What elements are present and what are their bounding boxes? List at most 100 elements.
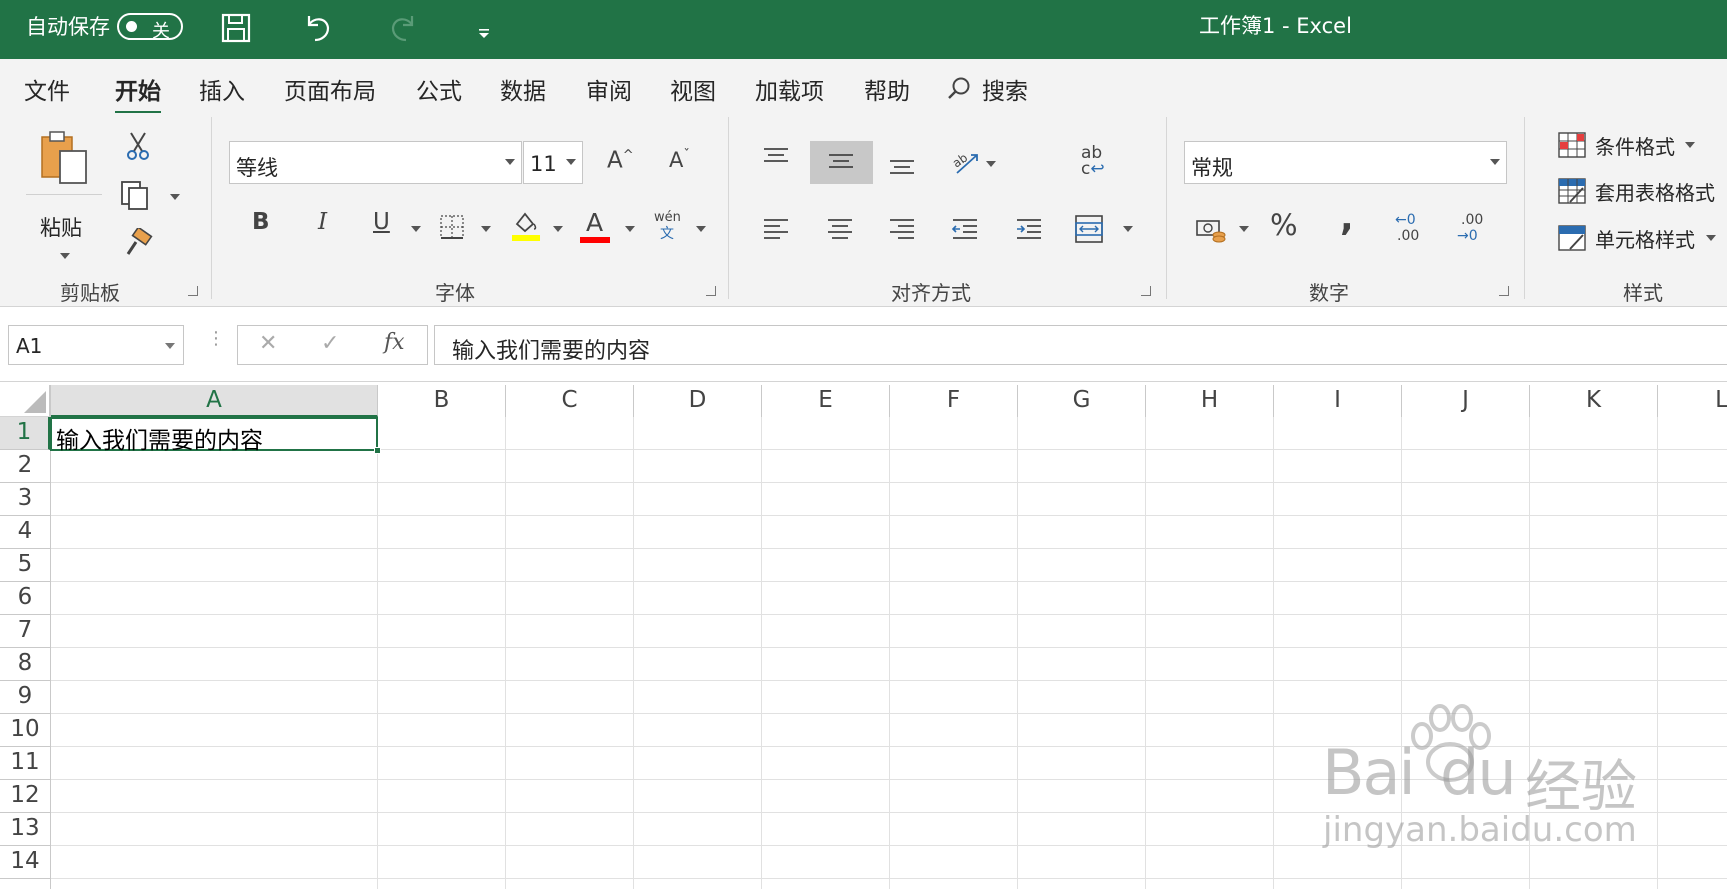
column-header[interactable]: D <box>634 385 762 417</box>
undo-icon[interactable] <box>303 12 333 48</box>
resize-handle-icon[interactable]: ⋮ <box>207 330 225 348</box>
accounting-format-icon[interactable] <box>1195 217 1227 249</box>
column-header[interactable]: C <box>506 385 634 417</box>
align-bottom-icon[interactable] <box>888 155 916 181</box>
row-header[interactable]: 6 <box>0 582 50 615</box>
tab-review[interactable]: 审阅 <box>586 72 632 106</box>
wrap-text-icon[interactable]: c↩ <box>1081 161 1105 178</box>
borders-dropdown-icon[interactable] <box>481 226 491 232</box>
accounting-dropdown-icon[interactable] <box>1239 226 1249 232</box>
save-icon[interactable] <box>221 13 251 47</box>
conditional-formatting-button[interactable]: 条件格式 <box>1558 129 1727 159</box>
row-header[interactable]: 13 <box>0 813 50 846</box>
phonetic-icon[interactable]: 文 <box>660 227 674 241</box>
clipboard-launcher-icon[interactable] <box>188 286 198 296</box>
row-header[interactable]: 5 <box>0 549 50 582</box>
tab-home[interactable]: 开始 <box>115 72 161 114</box>
tab-file[interactable]: 文件 <box>24 72 70 106</box>
column-header[interactable]: F <box>890 385 1018 417</box>
row-header[interactable]: 3 <box>0 483 50 516</box>
row-header[interactable]: 14 <box>0 846 50 879</box>
select-all-button[interactable] <box>0 385 50 417</box>
row-header[interactable]: 2 <box>0 450 50 483</box>
tab-help[interactable]: 帮助 <box>864 72 910 106</box>
shrink-font-button[interactable]: Aˇ <box>669 149 690 171</box>
underline-button[interactable]: U <box>373 211 390 234</box>
cell-styles-button[interactable]: 单元格样式 <box>1558 222 1727 252</box>
insert-function-icon[interactable]: fx <box>384 332 405 354</box>
align-right-icon[interactable] <box>888 218 916 246</box>
copy-icon[interactable] <box>119 179 151 215</box>
formula-input[interactable]: 输入我们需要的内容 <box>434 325 1727 365</box>
number-format-select[interactable]: 常规 <box>1184 141 1507 184</box>
search-label[interactable]: 搜索 <box>982 72 1028 106</box>
column-header[interactable]: B <box>378 385 506 417</box>
italic-button[interactable]: I <box>318 211 327 234</box>
font-name-select[interactable]: 等线 <box>229 141 522 184</box>
decrease-decimal-button[interactable]: .00 →0 <box>1455 213 1491 247</box>
align-top-icon[interactable] <box>762 147 790 171</box>
column-header[interactable]: I <box>1274 385 1402 417</box>
paste-button[interactable]: 粘贴 <box>24 129 102 269</box>
merge-dropdown-icon[interactable] <box>1123 226 1133 232</box>
column-header[interactable]: J <box>1402 385 1530 417</box>
column-header[interactable]: A <box>51 385 378 417</box>
customize-qat-icon[interactable] <box>478 24 490 43</box>
percent-button[interactable]: % <box>1270 211 1298 240</box>
orientation-dropdown-icon[interactable] <box>986 161 996 167</box>
cut-icon[interactable] <box>125 131 151 165</box>
grow-font-button[interactable]: A^ <box>607 149 634 173</box>
comma-style-button[interactable]: , <box>1340 201 1354 237</box>
redo-icon[interactable] <box>388 12 418 48</box>
column-header[interactable]: K <box>1530 385 1658 417</box>
increase-indent-icon[interactable] <box>1015 218 1043 246</box>
format-painter-icon[interactable] <box>124 226 154 262</box>
column-header[interactable]: L <box>1658 385 1727 417</box>
row-header[interactable]: 4 <box>0 516 50 549</box>
font-launcher-icon[interactable] <box>706 286 716 296</box>
row-header[interactable]: 11 <box>0 747 50 780</box>
orientation-icon[interactable]: ab <box>950 149 981 181</box>
tab-addins[interactable]: 加载项 <box>755 72 824 106</box>
cancel-icon[interactable]: ✕ <box>259 333 277 355</box>
align-center-icon[interactable] <box>826 218 854 246</box>
increase-decimal-button[interactable]: ←0 .00 <box>1393 213 1429 247</box>
enter-icon[interactable]: ✓ <box>321 333 339 355</box>
tab-data[interactable]: 数据 <box>500 72 546 106</box>
font-size-select[interactable]: 11 <box>523 141 583 184</box>
decrease-indent-icon[interactable] <box>951 218 979 246</box>
copy-dropdown-icon[interactable] <box>170 194 180 200</box>
fill-color-icon[interactable] <box>511 210 541 246</box>
fill-handle[interactable] <box>374 447 381 454</box>
font-color-dropdown-icon[interactable] <box>625 226 635 232</box>
column-header[interactable]: H <box>1146 385 1274 417</box>
row-header[interactable]: 1 <box>0 417 50 450</box>
align-middle-button[interactable] <box>810 141 873 184</box>
alignment-launcher-icon[interactable] <box>1141 286 1151 296</box>
row-header[interactable]: 10 <box>0 714 50 747</box>
tab-view[interactable]: 视图 <box>670 72 716 106</box>
autosave-toggle[interactable]: 关 <box>117 13 183 42</box>
bold-button[interactable]: B <box>252 211 270 234</box>
fill-color-dropdown-icon[interactable] <box>553 226 563 232</box>
name-box[interactable]: A1 <box>8 325 184 365</box>
format-as-table-button[interactable]: 套用表格格式 <box>1558 175 1727 205</box>
row-header[interactable]: 12 <box>0 780 50 813</box>
row-header[interactable]: 9 <box>0 681 50 714</box>
font-color-button[interactable]: A <box>580 210 612 244</box>
merge-center-icon[interactable] <box>1074 214 1104 248</box>
tab-page-layout[interactable]: 页面布局 <box>284 72 376 106</box>
row-header[interactable]: 8 <box>0 648 50 681</box>
borders-icon[interactable] <box>439 214 465 244</box>
row-header[interactable]: 7 <box>0 615 50 648</box>
search-icon[interactable] <box>946 76 972 106</box>
column-header[interactable]: E <box>762 385 890 417</box>
underline-dropdown-icon[interactable] <box>411 226 421 232</box>
column-header[interactable]: G <box>1018 385 1146 417</box>
tab-formulas[interactable]: 公式 <box>416 72 462 106</box>
phonetic-dropdown-icon[interactable] <box>696 226 706 232</box>
number-launcher-icon[interactable] <box>1499 286 1509 296</box>
tab-insert[interactable]: 插入 <box>199 72 245 106</box>
cell-a1[interactable]: 输入我们需要的内容 <box>50 417 378 454</box>
align-left-icon[interactable] <box>762 218 790 246</box>
